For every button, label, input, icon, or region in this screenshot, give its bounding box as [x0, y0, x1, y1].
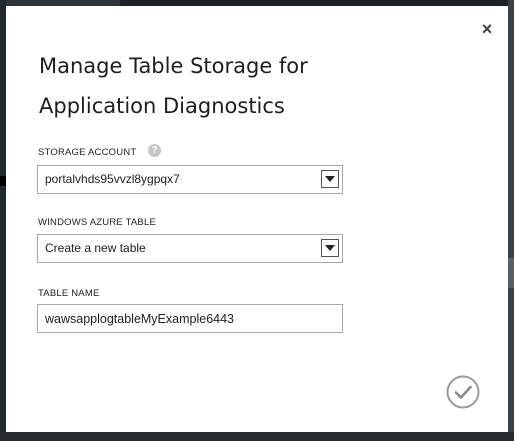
manage-table-storage-dialog: × Manage Table Storage for Application D… [6, 6, 508, 432]
confirm-button[interactable] [446, 375, 480, 409]
dialog-title: Manage Table Storage for Application Dia… [39, 46, 459, 126]
checkmark-icon [446, 375, 480, 409]
table-name-input[interactable] [37, 304, 343, 333]
dialog-title-line-1: Manage Table Storage for [39, 54, 308, 78]
table-name-label: TABLE NAME [38, 288, 100, 299]
azure-table-select[interactable]: Create a new table [37, 234, 343, 263]
backdrop-right-panel [508, 258, 514, 288]
chevron-down-icon[interactable] [321, 239, 339, 257]
backdrop-right [508, 0, 514, 441]
chevron-down-icon[interactable] [321, 170, 339, 188]
close-button[interactable]: × [479, 19, 495, 39]
azure-table-label: WINDOWS AZURE TABLE [38, 217, 156, 228]
dialog-title-line-2: Application Diagnostics [39, 94, 285, 118]
backdrop-bottom [0, 432, 514, 441]
azure-table-value: Create a new table [45, 241, 146, 255]
close-icon: × [481, 19, 493, 39]
storage-account-select[interactable]: portalvhds95vvzl8ygpqx7 [37, 165, 343, 194]
help-icon[interactable]: ? [148, 144, 161, 157]
storage-account-label: STORAGE ACCOUNT [38, 147, 137, 158]
storage-account-value: portalvhds95vvzl8ygpqx7 [45, 172, 180, 186]
